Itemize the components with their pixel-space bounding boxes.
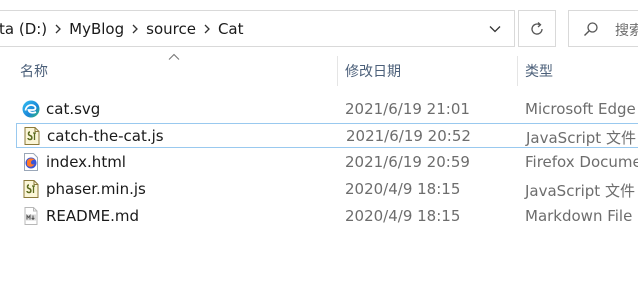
file-type: Microsoft Edge <box>525 100 636 118</box>
chevron-right-icon[interactable] <box>47 11 69 46</box>
file-name: README.md <box>46 207 140 225</box>
breadcrumb: ta (D:) MyBlog source Cat <box>0 11 244 46</box>
refresh-button[interactable] <box>518 10 556 47</box>
file-row[interactable]: README.md 2020/4/9 18:15 Markdown File <box>16 204 638 229</box>
chevron-down-icon <box>489 25 501 32</box>
column-header-type[interactable]: 类型 <box>525 56 553 86</box>
column-divider[interactable] <box>337 56 338 86</box>
file-date-modified: 2021/6/19 20:59 <box>345 153 470 171</box>
breadcrumb-drive[interactable]: ta (D:) <box>0 20 47 38</box>
column-divider[interactable] <box>517 56 518 86</box>
file-name: phaser.min.js <box>46 180 146 198</box>
file-row[interactable]: cat.svg 2021/6/19 21:01 Microsoft Edge <box>16 97 638 122</box>
javascript-file-icon <box>24 127 40 145</box>
breadcrumb-source[interactable]: source <box>146 20 196 38</box>
column-header-name[interactable]: 名称 <box>20 56 48 86</box>
file-type: Firefox Docume <box>525 153 638 171</box>
refresh-icon <box>531 21 543 35</box>
file-type: Markdown File <box>525 207 633 225</box>
chevron-right-icon[interactable] <box>124 11 146 46</box>
markdown-file-icon <box>24 207 38 225</box>
address-bar[interactable]: ta (D:) MyBlog source Cat <box>0 10 515 47</box>
edge-icon <box>22 100 40 118</box>
address-history-dropdown[interactable] <box>480 11 510 46</box>
breadcrumb-cat[interactable]: Cat <box>218 20 244 38</box>
search-input[interactable]: 搜索" <box>568 10 638 47</box>
file-date-modified: 2021/6/19 21:01 <box>345 100 470 118</box>
breadcrumb-myblog[interactable]: MyBlog <box>69 20 124 38</box>
chevron-right-icon[interactable] <box>196 11 218 46</box>
file-name: cat.svg <box>46 100 101 118</box>
search-placeholder: 搜索" <box>615 23 638 39</box>
file-date-modified: 2021/6/19 20:52 <box>346 127 471 145</box>
file-type: JavaScript 文件 <box>525 182 635 200</box>
file-row[interactable]: index.html 2021/6/19 20:59 Firefox Docum… <box>16 150 638 175</box>
firefox-document-icon <box>24 153 38 171</box>
search-icon <box>584 22 598 36</box>
file-name: index.html <box>46 153 126 171</box>
file-type: JavaScript 文件 <box>526 129 636 147</box>
file-date-modified: 2020/4/9 18:15 <box>345 207 461 225</box>
file-name: catch-the-cat.js <box>47 127 164 145</box>
javascript-file-icon <box>23 180 39 198</box>
file-date-modified: 2020/4/9 18:15 <box>345 180 461 198</box>
file-row-focused[interactable]: catch-the-cat.js 2021/6/19 20:52 JavaScr… <box>16 123 638 148</box>
column-header-date-modified[interactable]: 修改日期 <box>345 56 401 86</box>
sort-ascending-icon <box>168 53 180 60</box>
file-row[interactable]: phaser.min.js 2020/4/9 18:15 JavaScript … <box>16 177 638 202</box>
file-explorer-window: ta (D:) MyBlog source Cat 搜索 名称 修改日期 类型 … <box>0 0 638 284</box>
